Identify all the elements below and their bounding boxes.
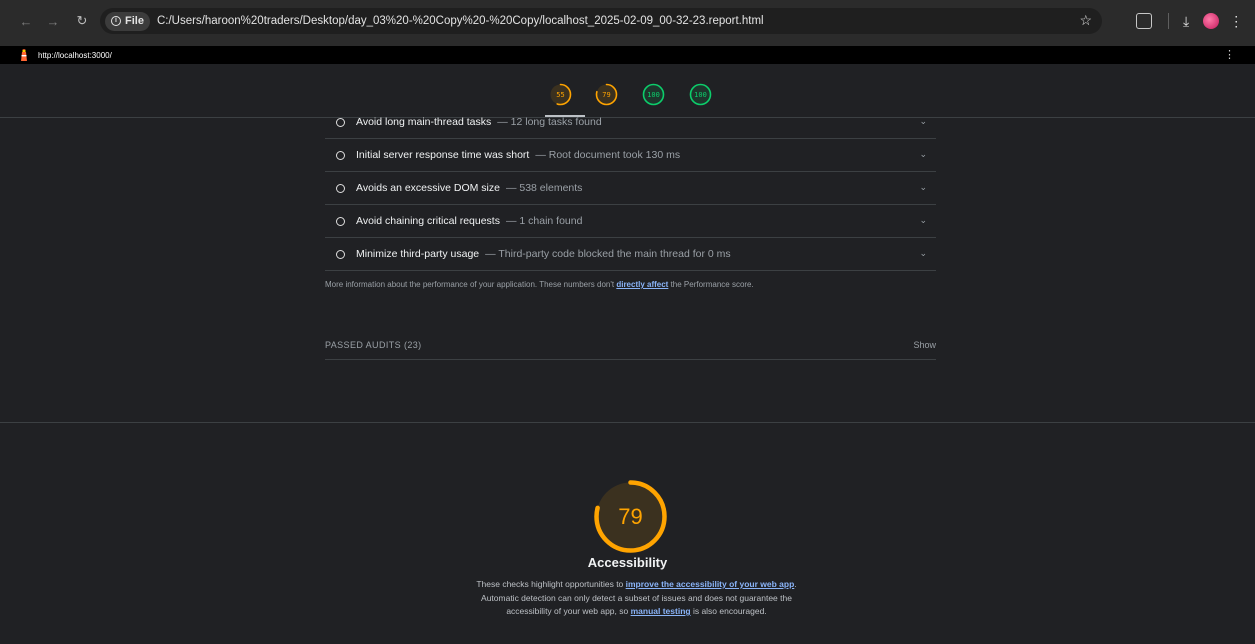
gauge-score-label: 79: [602, 90, 611, 99]
manual-testing-link[interactable]: manual testing: [631, 606, 691, 616]
audit-description: — 12 long tasks found: [497, 116, 602, 128]
lighthouse-logo-icon: [21, 49, 27, 61]
desc-part-1: These checks highlight opportunities to: [476, 579, 626, 589]
reload-icon[interactable]: ↻: [72, 11, 92, 31]
audit-title: Minimize third-party usage: [356, 248, 480, 260]
category-description: These checks highlight opportunities to …: [472, 578, 801, 619]
chevron-down-icon[interactable]: ⌄: [919, 215, 927, 226]
accessibility-score: 79: [618, 503, 643, 529]
site-info-label: File: [125, 15, 144, 27]
browser-toolbar: ← → ↻ i File C:/Users/haroon%20traders/D…: [0, 4, 1255, 38]
audit-description: — 538 elements: [505, 182, 583, 194]
audit-title: Initial server response time was short: [356, 149, 530, 161]
address-bar[interactable]: i File C:/Users/haroon%20traders/Desktop…: [100, 8, 1102, 34]
performance-mini-gauge[interactable]: 55: [549, 83, 572, 106]
toolbar-right-icons: ⤓ ⋮: [1136, 8, 1243, 34]
report-menu-icon[interactable]: ⋮: [1224, 48, 1235, 61]
browser-chrome: ← → ↻ i File C:/Users/haroon%20traders/D…: [0, 0, 1255, 46]
passed-audits-label: PASSED AUDITS (23): [325, 340, 422, 350]
toolbar-separator: [1168, 13, 1169, 29]
audit-item[interactable]: Minimize third-party usage — Third-party…: [325, 238, 936, 271]
category-title: Accessibility: [587, 555, 668, 570]
audit-title: Avoids an excessive DOM size: [356, 182, 500, 194]
gauge-score-label: 100: [694, 90, 707, 99]
address-url[interactable]: C:/Users/haroon%20traders/Desktop/day_03…: [157, 15, 764, 27]
audit-item[interactable]: Avoids an excessive DOM size — 538 eleme…: [325, 172, 936, 205]
informative-circle-icon: [336, 249, 345, 259]
audit-item[interactable]: Avoid long main-thread tasks — 12 long t…: [325, 106, 936, 139]
informative-circle-icon: [336, 117, 345, 127]
browser-menu-icon[interactable]: ⋮: [1229, 13, 1243, 30]
gauge-score-label: 55: [556, 90, 565, 99]
chevron-down-icon[interactable]: ⌄: [919, 182, 927, 193]
show-button[interactable]: Show: [913, 340, 936, 350]
informative-circle-icon: [336, 183, 345, 193]
gauge-score-label: 100: [647, 90, 660, 99]
profile-avatar[interactable]: [1203, 13, 1220, 29]
improve-accessibility-link[interactable]: improve the accessibility of your web ap…: [626, 579, 795, 589]
passed-audits-group[interactable]: PASSED AUDITS (23) Show: [325, 331, 936, 360]
section-divider: [0, 422, 1255, 423]
bookmark-star-icon[interactable]: ☆: [1079, 12, 1092, 29]
audit-item[interactable]: Avoid chaining critical requests — 1 cha…: [325, 205, 936, 238]
audit-description: — Root document took 130 ms: [535, 149, 681, 161]
informative-circle-icon: [336, 150, 345, 160]
lighthouse-topbar: http://localhost:3000/ ⋮: [0, 46, 1255, 64]
best-practices-mini-gauge[interactable]: 100: [642, 83, 665, 106]
seo-mini-gauge[interactable]: 100: [689, 83, 712, 106]
more-info-after: the Performance score.: [668, 280, 754, 289]
report-url[interactable]: http://localhost:3000/: [38, 51, 112, 60]
extensions-icon[interactable]: [1136, 13, 1152, 29]
site-info-chip[interactable]: i File: [105, 11, 150, 31]
directly-affect-link[interactable]: directly affect: [616, 280, 668, 289]
more-info-text: More information about the performance o…: [325, 280, 754, 289]
forward-icon[interactable]: →: [43, 11, 63, 31]
accessibility-mini-gauge[interactable]: 79: [595, 83, 618, 106]
chevron-down-icon[interactable]: ⌄: [919, 248, 927, 259]
audit-title: Avoid long main-thread tasks: [356, 116, 492, 128]
chevron-down-icon[interactable]: ⌄: [919, 116, 927, 127]
back-icon[interactable]: ←: [16, 11, 36, 31]
desc-part-3: is also encouraged.: [690, 606, 767, 616]
audit-description: — Third-party code blocked the main thre…: [485, 248, 731, 260]
informative-circle-icon: [336, 216, 345, 226]
more-info-before: More information about the performance o…: [325, 280, 617, 289]
audit-item[interactable]: Initial server response time was short —…: [325, 139, 936, 172]
audit-description: — 1 chain found: [505, 215, 583, 227]
chevron-down-icon[interactable]: ⌄: [919, 149, 927, 160]
audit-title: Avoid chaining critical requests: [356, 215, 500, 227]
info-icon: i: [111, 16, 121, 26]
download-icon[interactable]: ⤓: [1183, 13, 1189, 30]
